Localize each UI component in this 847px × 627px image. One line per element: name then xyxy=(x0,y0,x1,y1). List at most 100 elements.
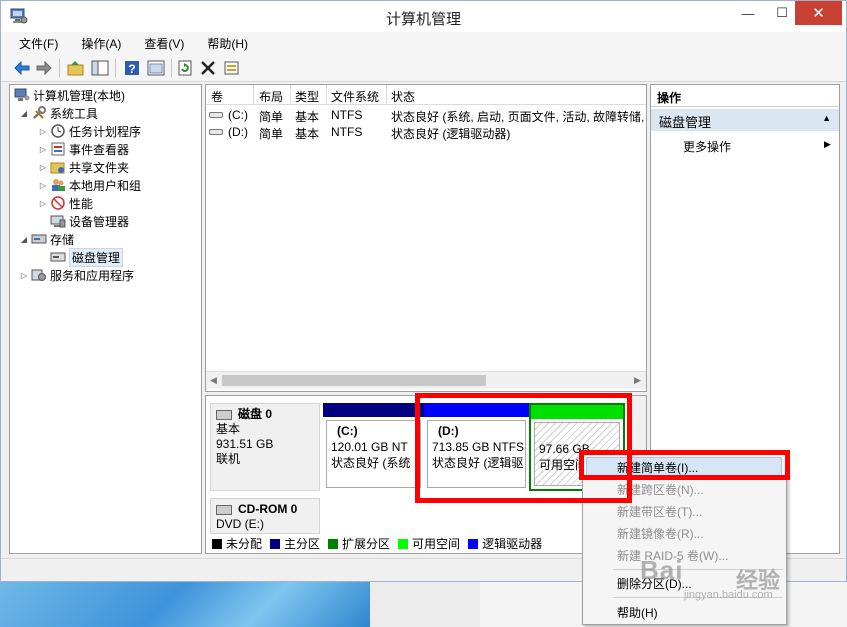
scroll-right-icon[interactable]: ▶ xyxy=(634,375,641,386)
delete-icon[interactable] xyxy=(198,58,218,78)
volume-cell: (D:) xyxy=(228,125,248,139)
expand-icon[interactable]: ▷ xyxy=(38,145,48,154)
volume-list-header: 卷 布局 类型 文件系统 状态 xyxy=(206,85,646,105)
tree-device-manager[interactable]: 设备管理器 xyxy=(48,212,129,230)
clock-icon xyxy=(51,124,65,138)
shared-folder-icon xyxy=(50,162,65,174)
layout-cell: 简单 xyxy=(259,127,284,141)
tree-root[interactable]: 计算机管理(本地) xyxy=(12,86,125,104)
collapse-icon[interactable]: ◢ xyxy=(19,235,29,244)
maximize-button[interactable]: ☐ xyxy=(765,1,799,25)
tree-shared-folders-label: 共享文件夹 xyxy=(69,160,130,175)
filesystem-cell: NTFS xyxy=(331,108,363,122)
tree-task-scheduler[interactable]: ▷ 任务计划程序 xyxy=(38,122,141,140)
column-layout[interactable]: 布局 xyxy=(259,88,283,105)
disk-0-info[interactable]: 磁盘 0 基本 931.51 GB 联机 xyxy=(210,403,320,491)
column-status[interactable]: 状态 xyxy=(391,88,415,105)
close-button[interactable]: ✕ xyxy=(795,1,842,25)
tree-storage[interactable]: ◢ 存储 xyxy=(19,230,74,248)
scrollbar-thumb[interactable] xyxy=(222,375,486,386)
tree-performance[interactable]: ▷ 性能 xyxy=(38,194,93,212)
tree-local-users-label: 本地用户和组 xyxy=(69,178,142,193)
tree-event-viewer[interactable]: ▷ 事件查看器 xyxy=(38,140,129,158)
tree-root-label: 计算机管理(本地) xyxy=(33,88,125,103)
tree-disk-management-label: 磁盘管理 xyxy=(69,247,124,267)
actions-section-disk-management[interactable]: 磁盘管理 ▲ xyxy=(651,109,839,131)
baidu-logo: Bai xyxy=(640,555,684,585)
horizontal-scrollbar[interactable]: ◀ ▶ xyxy=(206,371,646,389)
properties-icon[interactable] xyxy=(146,58,166,78)
users-icon xyxy=(52,179,65,191)
column-type[interactable]: 类型 xyxy=(295,88,319,105)
navigation-tree: 计算机管理(本地) ◢ 系统工具 ▷ 任务计划程序 ▷ 事件查看器 ▷ 共享文件… xyxy=(9,84,202,554)
expand-icon[interactable]: ▷ xyxy=(38,181,48,190)
tree-system-tools[interactable]: ◢ 系统工具 xyxy=(19,104,98,122)
table-row[interactable]: (C:) 简单 基本 NTFS 状态良好 (系统, 启动, 页面文件, 活动, … xyxy=(206,106,646,124)
refresh-icon[interactable] xyxy=(175,58,195,78)
menu-item-new-mirrored-volume[interactable]: 新建镜像卷(R)... xyxy=(617,525,704,542)
tree-services-apps-label: 服务和应用程序 xyxy=(50,268,135,283)
performance-icon xyxy=(51,196,65,210)
services-icon xyxy=(31,269,46,281)
cdrom-0-info[interactable]: CD-ROM 0 DVD (E:) xyxy=(210,498,320,534)
partition-size: 120.01 GB NT xyxy=(331,440,408,454)
actions-section-label: 磁盘管理 xyxy=(659,115,712,130)
event-viewer-icon xyxy=(51,142,65,156)
disk-0-status: 联机 xyxy=(216,452,241,466)
expand-icon[interactable]: ▷ xyxy=(38,127,48,136)
partition-c[interactable]: (C:) 120.01 GB NT 状态良好 (系统 xyxy=(323,403,424,491)
tree-disk-management[interactable]: 磁盘管理 xyxy=(48,247,124,267)
annotation-box-free-space xyxy=(415,393,632,503)
legend-label: 主分区 xyxy=(284,537,321,551)
menu-item-new-striped-volume[interactable]: 新建带区卷(T)... xyxy=(617,503,702,520)
cdrom-0-name: CD-ROM 0 xyxy=(238,502,298,516)
computer-management-icon xyxy=(14,88,30,101)
device-manager-icon xyxy=(50,215,66,228)
tree-shared-folders[interactable]: ▷ 共享文件夹 xyxy=(38,158,129,176)
legend-swatch xyxy=(212,538,222,549)
collapse-up-icon[interactable]: ▲ xyxy=(822,113,831,123)
disk-0-name: 磁盘 0 xyxy=(238,407,273,421)
partition-label: (C:) xyxy=(337,424,358,438)
tree-local-users[interactable]: ▷ 本地用户和组 xyxy=(38,176,141,194)
filesystem-cell: NTFS xyxy=(331,125,363,139)
desktop-wallpaper xyxy=(0,582,370,627)
toolbar: ? xyxy=(1,54,846,82)
disk-0-type: 基本 xyxy=(216,422,241,436)
disk-management-icon xyxy=(50,252,66,262)
drive-icon xyxy=(209,112,223,118)
show-tree-icon[interactable] xyxy=(90,58,110,78)
partition-box: (C:) 120.01 GB NT 状态良好 (系统 xyxy=(326,420,421,488)
menu-file[interactable]: 文件(F) xyxy=(1,32,63,54)
baidu-watermark: Bai 经验 jingyan.baidu.com xyxy=(640,555,810,605)
storage-icon xyxy=(31,234,47,244)
menu-bar: 文件(F) 操作(A) 查看(V) 帮助(H) xyxy=(1,32,846,54)
cdrom-0-type: DVD (E:) xyxy=(216,517,264,531)
help-icon[interactable]: ? xyxy=(122,58,142,78)
tree-services-apps[interactable]: ▷ 服务和应用程序 xyxy=(19,266,134,284)
menu-action[interactable]: 操作(A) xyxy=(63,32,126,54)
expand-icon[interactable]: ▷ xyxy=(19,271,29,280)
forward-icon[interactable] xyxy=(34,58,54,78)
column-volume[interactable]: 卷 xyxy=(211,88,223,105)
minimize-button[interactable]: — xyxy=(731,1,765,25)
menu-help[interactable]: 帮助(H) xyxy=(189,32,253,54)
back-icon[interactable] xyxy=(12,58,32,78)
expand-icon[interactable]: ▷ xyxy=(38,163,48,172)
column-filesystem[interactable]: 文件系统 xyxy=(331,88,379,105)
scroll-left-icon[interactable]: ◀ xyxy=(210,375,217,386)
collapse-icon[interactable]: ◢ xyxy=(19,109,29,118)
legend-swatch xyxy=(328,538,339,549)
menu-view[interactable]: 查看(V) xyxy=(126,32,189,54)
table-row[interactable]: (D:) 简单 基本 NTFS 状态良好 (逻辑驱动器) xyxy=(206,123,646,141)
expand-icon[interactable]: ▷ xyxy=(38,199,48,208)
legend-label: 逻辑驱动器 xyxy=(482,537,543,551)
legend-label: 扩展分区 xyxy=(342,537,391,551)
volume-list: 卷 布局 类型 文件系统 状态 (C:) 简单 基本 NTFS 状态良好 (系统… xyxy=(205,84,647,392)
more-actions-link[interactable]: 更多操作 xyxy=(683,138,731,155)
disk-0-size: 931.51 GB xyxy=(216,437,274,451)
export-icon[interactable] xyxy=(222,58,242,78)
tree-performance-label: 性能 xyxy=(69,196,94,211)
up-folder-icon[interactable] xyxy=(66,58,86,78)
menu-item-help[interactable]: 帮助(H) xyxy=(617,604,658,621)
